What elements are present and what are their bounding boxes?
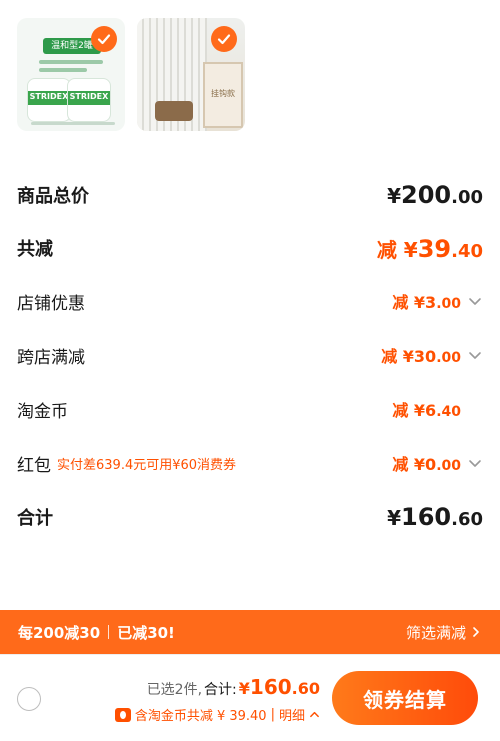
detail-label: 明细 [278, 709, 305, 724]
total-discount-row: 共减 减 ¥39.40 [17, 231, 483, 265]
chevron-down-icon[interactable] [467, 455, 483, 471]
discount-label: 店铺优惠 [17, 293, 85, 314]
selected-products: 温和型2罐 STRIDEX STRIDEX 挂钩款 [17, 18, 245, 131]
grand-total-amount: ¥160.60 [387, 503, 483, 531]
promo-divider [108, 625, 110, 639]
chevron-up-icon [310, 711, 319, 718]
chevron-down-icon[interactable] [467, 347, 483, 363]
total-discount-label: 共减 [17, 239, 53, 260]
discount-amount: 减 ¥0.00 [392, 455, 461, 474]
goods-total-amount: ¥200.00 [387, 181, 483, 209]
discount-row-cross-shop[interactable]: 跨店满减 减 ¥30.00 [17, 340, 483, 370]
grand-total-row: 合计 ¥160.60 [17, 500, 483, 534]
discount-row-shop[interactable]: 店铺优惠 减 ¥3.00 [17, 286, 483, 316]
selection-summary: 已选2件, 合计: ¥160.60 [147, 675, 320, 699]
coin-discount-text: 含淘金币共减 ¥ 39.40 [134, 709, 267, 724]
selected-count-text: 已选2件, [146, 682, 203, 698]
selected-check-icon[interactable] [91, 26, 117, 52]
chevron-right-icon [473, 627, 479, 637]
promo-saved-text: 已减30! [117, 623, 175, 642]
red-packet-note: 实付差639.4元可用¥60消费券 [57, 457, 237, 473]
product-text-line [39, 68, 87, 72]
total-label: 合计: [204, 682, 237, 698]
product-jar-image: STRIDEX [27, 78, 71, 122]
product-thumbnail-curtain[interactable]: 挂钩款 [137, 18, 245, 131]
discount-detail-toggle[interactable]: 含淘金币共减 ¥ 39.40 | 明细 [114, 705, 320, 724]
selected-check-icon[interactable] [211, 26, 237, 52]
discount-row-red-packet[interactable]: 红包 实付差639.4元可用¥60消费券 减 ¥0.00 [17, 448, 483, 478]
discount-label: 红包 [17, 455, 51, 476]
discount-amount: 减 ¥30.00 [381, 347, 461, 366]
product-text-line [39, 60, 103, 64]
discount-amount: 减 ¥3.00 [392, 293, 461, 312]
promo-rule-text: 每200减30 [18, 623, 101, 642]
product-thumbnail-stridex[interactable]: 温和型2罐 STRIDEX STRIDEX [17, 18, 125, 131]
product-jar-image: STRIDEX [67, 78, 111, 122]
goods-total-label: 商品总价 [17, 186, 89, 207]
filter-promo-link[interactable]: 筛选满减 [406, 622, 482, 643]
product-frame: 挂钩款 [203, 62, 243, 128]
discount-amount: 减 ¥6.40 [392, 401, 461, 420]
coin-icon [114, 707, 131, 722]
hook-image [155, 101, 193, 121]
discount-label: 跨店满减 [17, 347, 85, 368]
total-amount: ¥160.60 [238, 675, 320, 699]
filter-promo-label: 筛选满减 [405, 623, 466, 642]
total-discount-amount: 减 ¥39.40 [376, 234, 483, 263]
goods-total-row: 商品总价 ¥200.00 [17, 178, 483, 212]
product-footer-line [31, 122, 115, 125]
product-frame-label: 挂钩款 [211, 89, 235, 98]
grand-total-label: 合计 [17, 508, 53, 529]
checkout-bar: 已选2件, 合计: ¥160.60 含淘金币共减 ¥ 39.40 | 明细 领券… [0, 654, 500, 741]
discount-label: 淘金币 [17, 401, 68, 422]
discount-row-coins: 淘金币 减 ¥6.40 [17, 394, 483, 424]
checkout-button[interactable]: 领券结算 [332, 671, 478, 725]
promo-bar: 每200减30 已减30! 筛选满减 [0, 610, 500, 654]
select-all-radio[interactable] [17, 687, 41, 711]
chevron-down-icon[interactable] [467, 293, 483, 309]
